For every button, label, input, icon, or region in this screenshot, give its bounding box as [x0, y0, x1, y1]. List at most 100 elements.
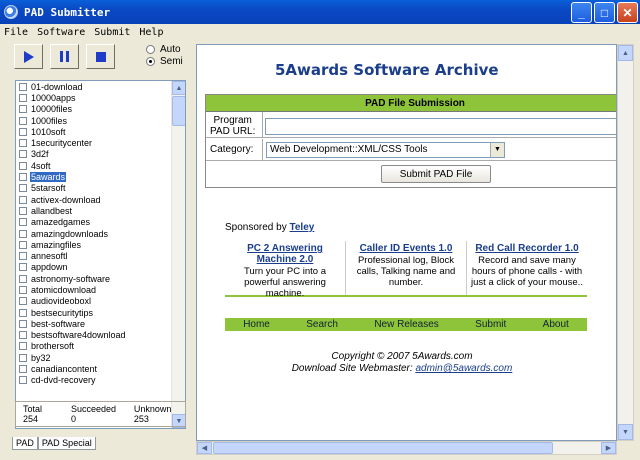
checkbox[interactable]	[19, 376, 27, 385]
checkbox[interactable]	[19, 105, 27, 114]
list-item[interactable]: canadiancontent	[16, 363, 172, 374]
list-item[interactable]: bestsecuritytips	[16, 307, 172, 318]
site-list[interactable]: 01-download 10000apps 10000files 1000files 1…	[15, 80, 186, 429]
checkbox[interactable]	[19, 274, 27, 283]
pad-url-input[interactable]	[265, 118, 616, 135]
checkbox[interactable]	[19, 263, 27, 272]
scroll-up-icon[interactable]: ▲	[172, 81, 185, 95]
checkbox[interactable]	[19, 161, 27, 170]
list-item[interactable]: astronomy-software	[16, 273, 172, 284]
list-item-label: amazedgames	[31, 217, 91, 228]
nav-about[interactable]: About	[543, 319, 569, 330]
start-button[interactable]	[14, 44, 43, 69]
list-item[interactable]: best-software	[16, 318, 172, 329]
list-item-label: 10000files	[31, 104, 73, 115]
list-item[interactable]: atomicdownload	[16, 284, 172, 295]
tab-pad[interactable]: PAD	[12, 437, 38, 450]
nav-submit[interactable]: Submit	[475, 319, 506, 330]
title-bar: PAD Submitter _ □ ✕	[0, 0, 640, 24]
scroll-down-icon[interactable]: ▼	[618, 424, 633, 440]
checkbox[interactable]	[19, 184, 27, 193]
list-item[interactable]: audiovideoboxl	[16, 296, 172, 307]
checkbox[interactable]	[19, 218, 27, 227]
nav-search[interactable]: Search	[306, 319, 338, 330]
checkbox[interactable]	[19, 331, 27, 340]
checkbox[interactable]	[19, 150, 27, 159]
menu-help[interactable]: Help	[139, 27, 163, 38]
checkbox[interactable]	[19, 139, 27, 148]
stop-icon	[95, 51, 106, 62]
checkbox[interactable]	[19, 285, 27, 294]
scroll-left-icon[interactable]: ◀	[197, 442, 212, 454]
checkbox[interactable]	[19, 173, 27, 182]
sponsor-link[interactable]: Teley	[290, 222, 315, 233]
pause-button[interactable]	[50, 44, 79, 69]
maximize-button[interactable]: □	[594, 2, 615, 23]
list-item[interactable]: 1securitycenter	[16, 137, 172, 148]
menu-file[interactable]: File	[4, 27, 28, 38]
list-item[interactable]: annesoftl	[16, 250, 172, 261]
checkbox[interactable]	[19, 206, 27, 215]
nav-home[interactable]: Home	[243, 319, 270, 330]
close-button[interactable]: ✕	[617, 2, 638, 23]
ad-title-link[interactable]: PC 2 Answering Machine 2.0	[227, 243, 343, 265]
checkbox[interactable]	[19, 353, 27, 362]
checkbox[interactable]	[19, 127, 27, 136]
checkbox[interactable]	[19, 240, 27, 249]
nav-new-releases[interactable]: New Releases	[374, 319, 438, 330]
left-panel: Auto Semi 01-download 10000apps 10000files…	[0, 40, 193, 460]
scroll-thumb[interactable]	[172, 96, 185, 126]
stop-button[interactable]	[86, 44, 115, 69]
ad-title-link[interactable]: Red Call Recorder 1.0	[469, 243, 585, 254]
web-horizontal-scrollbar[interactable]: ◀ ▶	[196, 441, 617, 455]
submit-pad-button[interactable]: Submit PAD File	[381, 165, 491, 183]
list-item[interactable]: 5starsoft	[16, 183, 172, 194]
list-item[interactable]: by32	[16, 352, 172, 363]
category-select[interactable]: Web Development::XML/CSS Tools ▼	[266, 142, 505, 158]
checkbox[interactable]	[19, 297, 27, 306]
list-item[interactable]: activex-download	[16, 194, 172, 205]
list-item-label: 1securitycenter	[31, 138, 93, 149]
checkbox[interactable]	[19, 229, 27, 238]
auto-radio[interactable]: Auto	[146, 44, 181, 55]
list-item[interactable]: allandbest	[16, 205, 172, 216]
tab-bar: PAD PAD Special	[12, 437, 96, 450]
list-item[interactable]: 3d2f	[16, 149, 172, 160]
checkbox[interactable]	[19, 319, 27, 328]
list-item[interactable]: 1010soft	[16, 126, 172, 137]
list-item[interactable]: amazingdownloads	[16, 228, 172, 239]
checkbox[interactable]	[19, 365, 27, 374]
webmaster-email-link[interactable]: admin@5awards.com	[415, 363, 512, 374]
ad-title-link[interactable]: Caller ID Events 1.0	[348, 243, 464, 254]
checkbox[interactable]	[19, 342, 27, 351]
list-item[interactable]: 10000files	[16, 104, 172, 115]
scroll-right-icon[interactable]: ▶	[601, 442, 616, 454]
checkbox[interactable]	[19, 252, 27, 261]
list-item[interactable]: 01-download	[16, 81, 172, 92]
list-item[interactable]: amazingfiles	[16, 239, 172, 250]
list-item[interactable]: bestsoftware4download	[16, 330, 172, 341]
horizontal-scroll-thumb[interactable]	[213, 442, 553, 454]
list-item[interactable]: brothersoft	[16, 341, 172, 352]
checkbox[interactable]	[19, 195, 27, 204]
list-item[interactable]: 10000apps	[16, 92, 172, 103]
semi-radio[interactable]: Semi	[146, 56, 183, 67]
list-item[interactable]: 1000files	[16, 115, 172, 126]
checkbox[interactable]	[19, 116, 27, 125]
site-list-scrollbar[interactable]: ▲ ▼	[171, 81, 185, 428]
minimize-button[interactable]: _	[571, 2, 592, 23]
menu-submit[interactable]: Submit	[94, 27, 130, 38]
checkbox[interactable]	[19, 82, 27, 91]
list-item[interactable]: amazedgames	[16, 217, 172, 228]
menu-software[interactable]: Software	[37, 27, 85, 38]
checkbox[interactable]	[19, 93, 27, 102]
tab-pad-special[interactable]: PAD Special	[37, 437, 96, 450]
list-item[interactable]: cd-dvd-recovery	[16, 375, 172, 386]
list-item[interactable]: 4soft	[16, 160, 172, 171]
scroll-up-icon[interactable]: ▲	[618, 45, 633, 61]
chevron-down-icon[interactable]: ▼	[490, 143, 504, 157]
list-item[interactable]: 5awards	[16, 171, 172, 183]
checkbox[interactable]	[19, 308, 27, 317]
list-item[interactable]: appdown	[16, 262, 172, 273]
web-vertical-scrollbar[interactable]: ▲ ▼	[617, 44, 634, 441]
